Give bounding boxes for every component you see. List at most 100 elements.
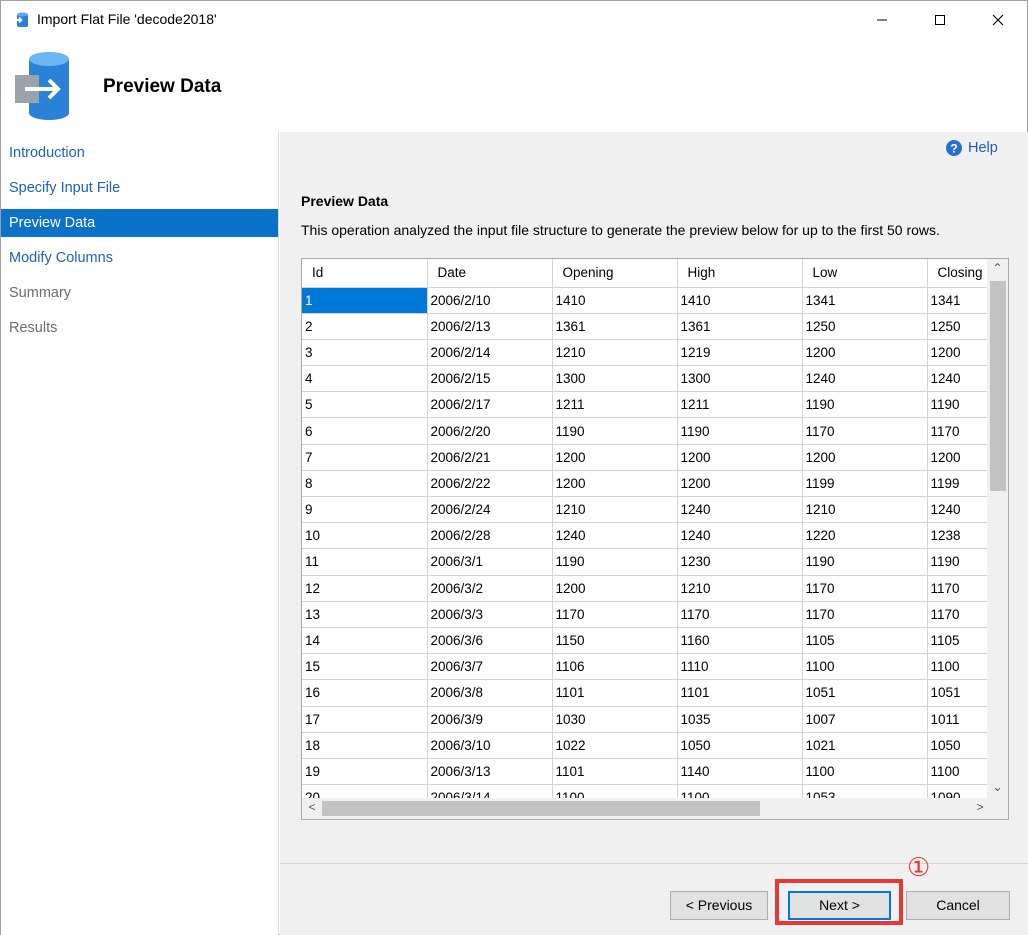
table-cell[interactable]: 1300 [552,365,678,393]
table-cell[interactable]: 1007 [802,706,928,733]
table-cell[interactable]: 1211 [552,391,678,419]
table-cell[interactable]: 1240 [677,522,803,550]
table-cell[interactable]: 1210 [552,339,678,367]
table-cell[interactable]: 1341 [802,287,928,314]
table-cell[interactable]: 1106 [552,653,678,681]
table-cell[interactable]: 1190 [927,391,988,419]
table-cell[interactable]: 1200 [552,470,678,498]
table-cell[interactable]: 2006/2/28 [427,522,553,550]
table-cell[interactable]: 1190 [677,417,803,445]
table-cell[interactable]: 1100 [802,653,928,681]
table-row[interactable]: 8 2006/2/22 1200 1200 1199 1199 [302,470,988,498]
scroll-left-icon[interactable]: < [304,800,320,817]
sidebar-item-introduction[interactable]: Introduction [1,139,278,167]
table-cell[interactable]: 1050 [677,732,803,759]
table-cell[interactable]: 16 [302,679,428,707]
table-cell[interactable]: 1210 [802,496,928,524]
table-cell[interactable]: 1200 [677,444,803,471]
table-cell[interactable]: 1051 [802,679,928,707]
table-cell[interactable]: 1240 [552,522,678,550]
table-cell[interactable]: 1200 [552,575,678,602]
table-row[interactable]: 1 2006/2/10 1410 1410 1341 1341 [302,287,988,314]
table-row[interactable]: 5 2006/2/17 1211 1211 1190 1190 [302,391,988,419]
table-cell[interactable]: 2006/2/17 [427,391,553,419]
table-row[interactable]: 4 2006/2/15 1300 1300 1240 1240 [302,365,988,393]
table-cell[interactable]: 3 [302,339,428,367]
table-cell[interactable]: 1160 [677,627,803,655]
table-cell[interactable]: 2006/2/20 [427,417,553,445]
table-cell[interactable]: 1105 [927,627,988,655]
table-row[interactable]: 3 2006/2/14 1210 1219 1200 1200 [302,339,988,367]
table-cell[interactable]: 1240 [802,365,928,393]
table-cell[interactable]: 6 [302,417,428,445]
column-header[interactable]: Closing [927,259,988,288]
table-cell[interactable]: 2006/2/10 [427,287,553,314]
table-row[interactable]: 6 2006/2/20 1190 1190 1170 1170 [302,417,988,445]
table-cell[interactable]: 1035 [677,706,803,733]
table-cell[interactable]: 9 [302,496,428,524]
table-cell[interactable]: 2006/2/15 [427,365,553,393]
table-cell[interactable]: 1170 [927,417,988,445]
column-header[interactable]: Date [427,259,553,288]
column-header[interactable]: Id [302,259,428,288]
table-cell[interactable]: 1200 [677,470,803,498]
table-row[interactable]: 13 2006/3/3 1170 1170 1170 1170 [302,601,988,628]
table-cell[interactable]: 1211 [677,391,803,419]
table-cell[interactable]: 1200 [927,339,988,367]
previous-button[interactable]: < Previous [670,891,768,920]
table-cell[interactable]: 1100 [802,758,928,786]
scroll-down-icon[interactable]: ⌄ [987,780,1008,798]
table-cell[interactable]: 2006/2/24 [427,496,553,524]
table-cell[interactable]: 1250 [802,313,928,340]
table-cell[interactable]: 1240 [927,496,988,524]
sidebar-item-preview-data[interactable]: Preview Data [1,209,278,237]
table-cell[interactable]: 1030 [552,706,678,733]
table-row[interactable]: 9 2006/2/24 1210 1240 1210 1240 [302,496,988,524]
sidebar-item-specify-input-file[interactable]: Specify Input File [1,174,278,202]
table-cell[interactable]: 1170 [927,575,988,602]
table-cell[interactable]: 1140 [677,758,803,786]
table-cell[interactable]: 11 [302,548,428,576]
table-cell[interactable]: 5 [302,391,428,419]
table-cell[interactable]: 7 [302,444,428,471]
table-cell[interactable]: 1190 [552,548,678,576]
table-row[interactable]: 17 2006/3/9 1030 1035 1007 1011 [302,706,988,733]
table-cell[interactable]: 1170 [927,601,988,628]
table-cell[interactable]: 12 [302,575,428,602]
table-cell[interactable]: 1150 [552,627,678,655]
table-cell[interactable]: 2006/3/6 [427,627,553,655]
table-cell[interactable]: 8 [302,470,428,498]
table-cell[interactable]: 1021 [802,732,928,759]
table-cell[interactable]: 2006/3/10 [427,732,553,759]
sidebar-item-modify-columns[interactable]: Modify Columns [1,244,278,272]
table-cell[interactable]: 14 [302,627,428,655]
table-cell[interactable]: 1011 [927,706,988,733]
table-cell[interactable]: 1250 [927,313,988,340]
table-cell[interactable]: 1220 [802,522,928,550]
table-row[interactable]: 14 2006/3/6 1150 1160 1105 1105 [302,627,988,655]
table-cell[interactable]: 2006/3/13 [427,758,553,786]
table-cell[interactable]: 13 [302,601,428,628]
scroll-up-icon[interactable]: ⌃ [987,261,1008,279]
horizontal-scrollbar[interactable]: < > [302,798,988,819]
table-row[interactable]: 7 2006/2/21 1200 1200 1200 1200 [302,444,988,471]
preview-data-grid[interactable]: Id Date Opening High Low Closing 1 2006/2/10 14… [301,258,1009,820]
table-row[interactable]: 15 2006/3/7 1106 1110 1100 1100 [302,653,988,681]
table-row[interactable]: 19 2006/3/13 1101 1140 1100 1100 [302,758,988,786]
table-cell[interactable]: 19 [302,758,428,786]
table-cell[interactable]: 2 [302,313,428,340]
table-cell[interactable]: 2006/2/14 [427,339,553,367]
table-cell[interactable]: 2006/2/22 [427,470,553,498]
table-cell[interactable]: 2006/3/3 [427,601,553,628]
table-cell[interactable]: 1200 [927,444,988,471]
table-cell[interactable]: 1 [302,287,428,314]
table-cell[interactable]: 2006/3/7 [427,653,553,681]
minimize-button[interactable] [853,1,911,39]
table-cell[interactable]: 1190 [927,548,988,576]
cancel-button[interactable]: Cancel [906,891,1010,920]
table-cell[interactable]: 1100 [927,758,988,786]
vertical-scroll-thumb[interactable] [990,281,1006,491]
table-cell[interactable]: 10 [302,522,428,550]
table-cell[interactable]: 2006/3/1 [427,548,553,576]
next-button[interactable]: Next > [788,891,891,920]
